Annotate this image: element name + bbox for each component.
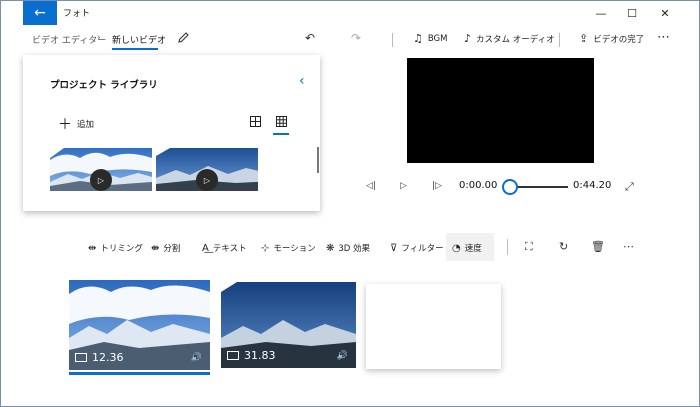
speed-button[interactable]: ◔ 速度 <box>452 241 482 255</box>
filter-icon: ⊽ <box>390 242 398 254</box>
text-label: テキスト <box>212 244 247 254</box>
library-thumbnail-mountain-clouds[interactable]: ▷ <box>50 148 152 191</box>
add-label: 追加 <box>77 120 95 130</box>
breadcrumb-separator-icon: › <box>97 33 101 43</box>
custom-audio-button[interactable]: ♪ カスタム オーディオ <box>464 32 555 45</box>
trim-button[interactable]: ⇹ トリミング <box>88 241 143 255</box>
command-bar: ビデオ エディター › 新しいビデオ ↶ ↷ ♫ BGM ♪ カスタム オーディ… <box>1 25 699 55</box>
share-export-icon: ⇪ <box>579 32 589 45</box>
storyboard-clip[interactable]: 31.83 🔊 <box>221 282 356 368</box>
title-bar: ← フォト — ☐ ✕ <box>1 1 699 25</box>
speed-gauge-icon: ◔ <box>452 242 461 254</box>
split-label: 分割 <box>163 244 181 254</box>
back-arrow-icon: ← <box>34 5 46 21</box>
large-grid-view-button[interactable] <box>247 113 263 129</box>
clip-info: 31.83 <box>227 349 276 362</box>
image-frame-icon <box>75 353 87 362</box>
redo-button[interactable]: ↷ <box>351 31 361 45</box>
divider <box>559 33 560 47</box>
video-preview[interactable] <box>407 58 594 163</box>
play-button[interactable]: ▷ <box>400 181 407 191</box>
rotate-icon[interactable]: ↻ <box>559 240 568 253</box>
view-selected-indicator <box>273 133 289 135</box>
text-icon: A͟ <box>202 242 209 254</box>
maximize-icon: ☐ <box>627 6 637 20</box>
app-title: フォト <box>63 9 91 19</box>
clip-duration: 12.36 <box>92 351 124 364</box>
play-icon: ▷ <box>90 169 112 191</box>
library-scrollbar[interactable] <box>317 147 319 173</box>
custom-audio-label: カスタム オーディオ <box>476 34 555 45</box>
clip-duration: 31.83 <box>244 349 276 362</box>
fullscreen-expand-icon[interactable]: ⤢ <box>625 180 634 194</box>
back-button[interactable]: ← <box>23 1 57 25</box>
large-grid-icon <box>249 115 261 127</box>
library-thumbnail-mountain-lake[interactable]: ▷ <box>156 148 258 191</box>
breadcrumb-current-underline <box>112 48 158 50</box>
next-frame-icon[interactable]: |▷ <box>432 181 442 191</box>
finish-video-label: ビデオの完了 <box>593 34 645 45</box>
play-icon: ▷ <box>196 169 218 191</box>
resize-crop-icon[interactable]: ⛶ <box>525 240 533 254</box>
3d-effects-label: 3D 効果 <box>338 244 371 254</box>
project-library-panel: プロジェクト ライブラリ ‹ ＋ 追加 ▷ ▷ <box>23 55 320 211</box>
finish-video-button[interactable]: ⇪ ビデオの完了 <box>579 32 644 45</box>
text-button[interactable]: A͟ テキスト <box>202 241 247 255</box>
bgm-button[interactable]: ♫ BGM <box>413 32 447 45</box>
delete-trash-icon[interactable]: 🗑 <box>591 240 605 253</box>
storyboard-empty-slot[interactable] <box>366 284 501 369</box>
close-button[interactable]: ✕ <box>649 1 681 25</box>
speaker-icon[interactable]: 🔊 <box>337 351 348 361</box>
clip-info: 12.36 <box>75 351 124 364</box>
bgm-label: BGM <box>427 33 448 44</box>
filters-label: フィルター <box>401 244 444 254</box>
motion-label: モーション <box>273 244 316 254</box>
storyboard-clip[interactable]: 12.36 🔊 <box>69 280 210 370</box>
minimize-button[interactable]: — <box>585 1 617 25</box>
small-grid-icon <box>275 115 287 127</box>
maximize-button[interactable]: ☐ <box>616 1 648 25</box>
audio-person-icon: ♪ <box>464 32 472 45</box>
total-time: 0:44.20 <box>573 180 612 191</box>
photos-app-window: ← フォト — ☐ ✕ ビデオ エディター › 新しいビデオ ↶ ↷ ♫ BGM… <box>0 0 700 407</box>
add-button[interactable]: ＋ 追加 <box>58 114 94 134</box>
breadcrumb-parent[interactable]: ビデオ エディター <box>32 33 106 46</box>
previous-frame-icon[interactable]: ◁| <box>366 181 376 191</box>
collapse-chevron-icon[interactable]: ‹ <box>299 73 305 89</box>
current-time: 0:00.00 <box>459 180 498 191</box>
speaker-icon[interactable]: 🔊 <box>191 353 202 363</box>
more-tools-icon[interactable]: ⋯ <box>623 240 634 253</box>
trim-label: トリミング <box>100 244 143 254</box>
music-note-icon: ♫ <box>413 32 423 45</box>
seek-track[interactable] <box>510 186 568 188</box>
image-frame-icon <box>227 351 239 360</box>
plus-icon: ＋ <box>58 117 72 133</box>
speed-label: 速度 <box>464 244 482 254</box>
divider <box>392 33 393 47</box>
filters-button[interactable]: ⊽ フィルター <box>390 241 444 255</box>
minimize-icon: — <box>595 6 607 20</box>
undo-button[interactable]: ↶ <box>305 31 315 45</box>
split-button[interactable]: ⇼ 分割 <box>151 241 180 255</box>
breadcrumb-current: 新しいビデオ <box>112 36 167 46</box>
small-grid-view-button[interactable] <box>273 113 289 129</box>
trim-icon: ⇹ <box>88 242 97 254</box>
seek-knob[interactable] <box>502 179 518 195</box>
motion-button[interactable]: ⊹ モーション <box>261 241 316 255</box>
rename-pencil-icon[interactable] <box>177 31 190 47</box>
3d-effects-button[interactable]: ❋ 3D 効果 <box>326 241 370 255</box>
3d-effects-icon: ❋ <box>326 242 335 254</box>
split-icon: ⇼ <box>151 242 160 254</box>
close-icon: ✕ <box>660 6 670 20</box>
project-library-title: プロジェクト ライブラリ <box>50 80 158 91</box>
divider <box>507 239 508 255</box>
more-options-button[interactable]: ⋯ <box>657 30 670 45</box>
motion-icon: ⊹ <box>261 242 270 254</box>
clip-selected-indicator <box>69 372 210 375</box>
